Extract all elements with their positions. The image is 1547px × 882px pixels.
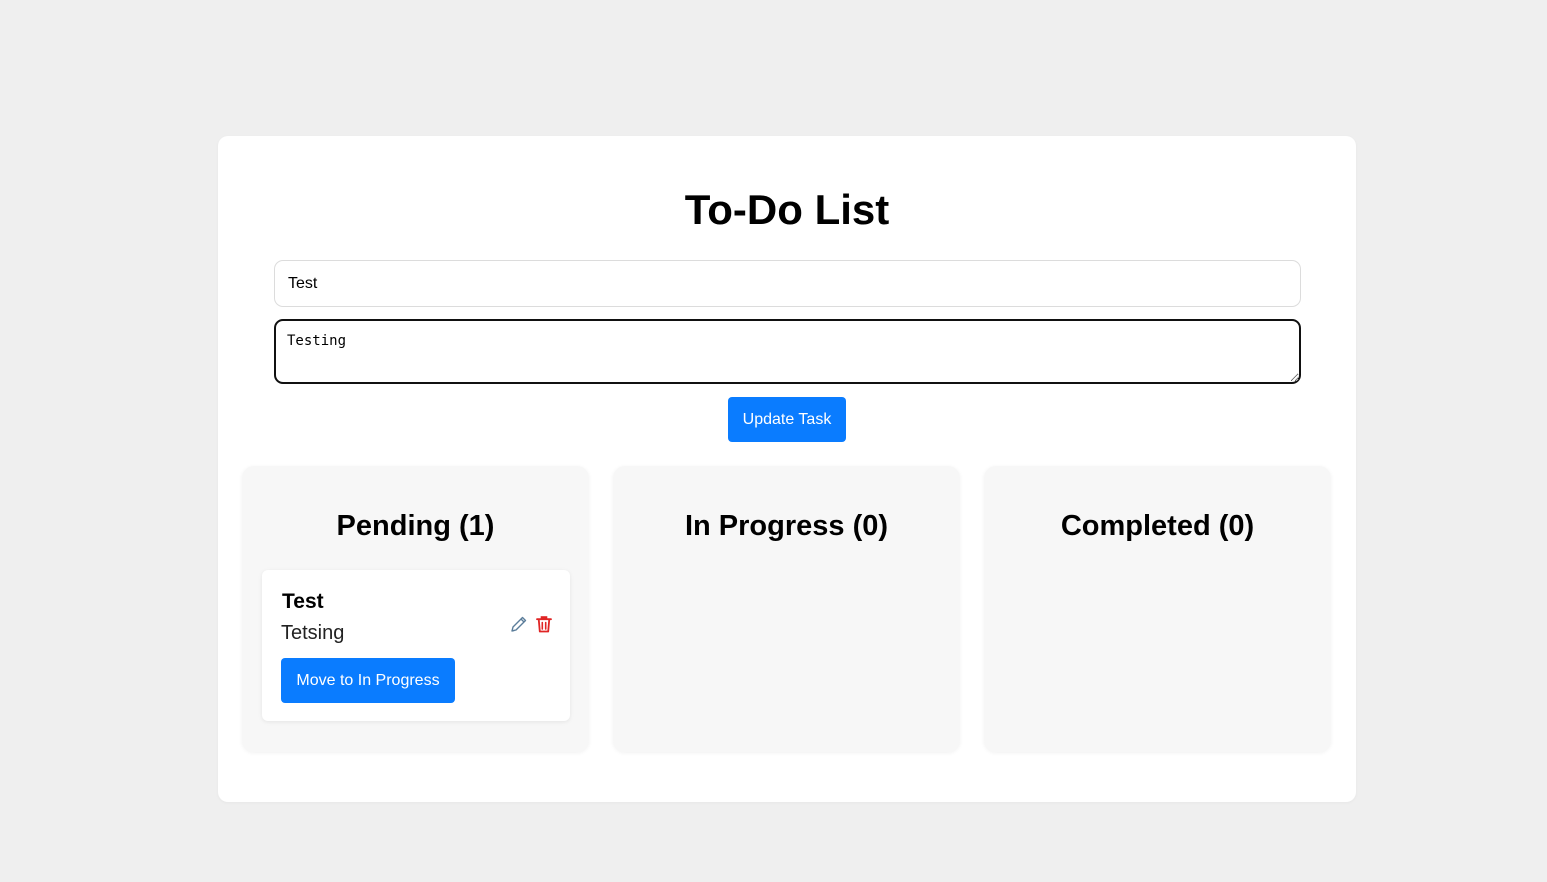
- task-title-input[interactable]: [274, 260, 1301, 307]
- move-to-in-progress-button[interactable]: Move to In Progress: [281, 658, 455, 703]
- task-description-textarea[interactable]: Testing: [274, 319, 1301, 384]
- task-title: Test: [282, 590, 324, 613]
- task-actions: [508, 613, 554, 635]
- column-title-pending: Pending (1): [336, 510, 495, 542]
- task-card: Test Tetsing Move to In Progress: [262, 570, 570, 721]
- task-description: Tetsing: [281, 622, 345, 644]
- column-title-in-progress: In Progress (0): [684, 510, 889, 542]
- update-task-button[interactable]: Update Task: [728, 397, 846, 442]
- pencil-icon[interactable]: [508, 613, 529, 635]
- column-pending: Pending (1) Test Tetsing Move to In Prog…: [242, 466, 589, 752]
- column-in-progress: In Progress (0): [613, 466, 960, 752]
- todo-card: To-Do List Testing Update Task Pending (…: [218, 136, 1356, 802]
- trash-icon[interactable]: [533, 613, 554, 635]
- column-title-completed: Completed (0): [1060, 510, 1255, 542]
- page-title: To-Do List: [684, 186, 890, 233]
- column-completed: Completed (0): [984, 466, 1331, 752]
